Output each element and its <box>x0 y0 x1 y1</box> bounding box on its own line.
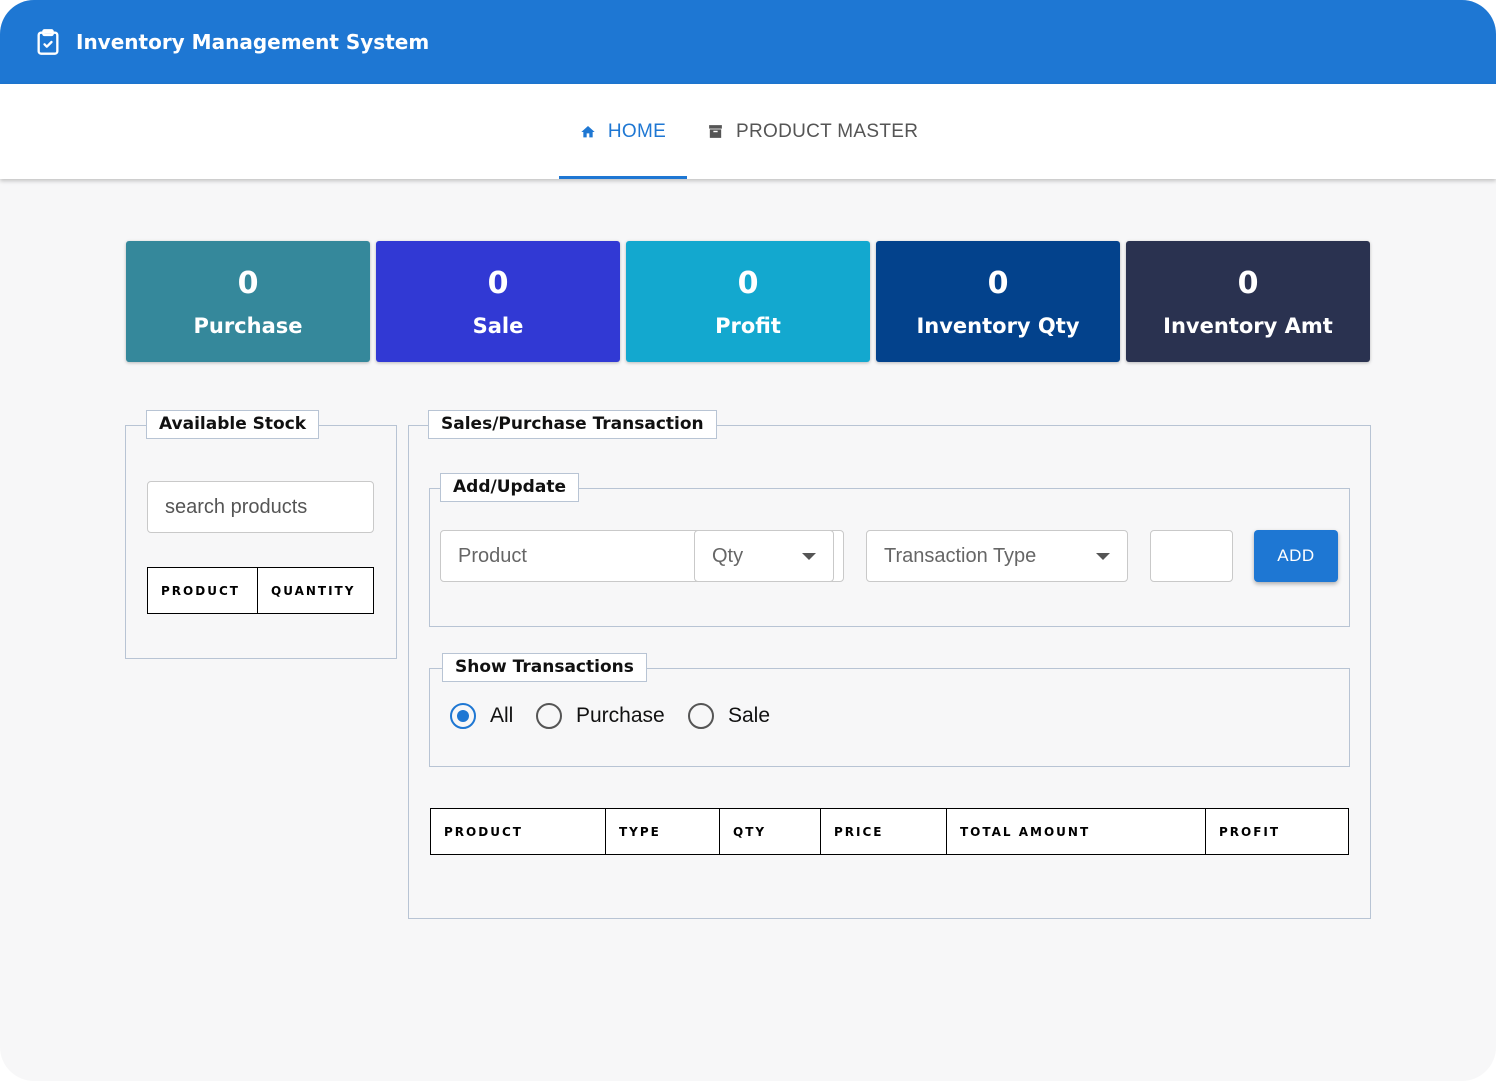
chevron-down-icon <box>1096 553 1110 560</box>
add-update-legend: Add/Update <box>440 473 579 502</box>
app-window: Inventory Management System HOME PRODUCT… <box>0 0 1496 1081</box>
tx-col-total-amount: TOTAL AMOUNT <box>946 808 1206 855</box>
qty-select[interactable]: Qty <box>694 530 834 582</box>
radio-all-circle <box>450 703 476 729</box>
show-transactions-legend: Show Transactions <box>442 653 647 682</box>
tx-col-product: PRODUCT <box>430 808 606 855</box>
profit-label: Profit <box>715 314 781 338</box>
profit-card: 0 Profit <box>626 241 870 362</box>
radio-all[interactable]: All <box>450 703 513 729</box>
archive-icon <box>709 125 722 138</box>
clipboard-check-icon <box>37 29 59 55</box>
app-bar: Inventory Management System <box>0 0 1496 84</box>
inventory-amt-label: Inventory Amt <box>1163 314 1333 338</box>
app-title: Inventory Management System <box>76 30 430 54</box>
available-stock-legend: Available Stock <box>146 410 320 439</box>
purchase-card: 0 Purchase <box>126 241 370 362</box>
home-icon <box>581 125 595 137</box>
product-field-placeholder: Product <box>458 544 527 567</box>
radio-purchase[interactable]: Purchase <box>536 703 665 729</box>
radio-purchase-label: Purchase <box>576 704 665 727</box>
price-field[interactable] <box>1150 530 1233 582</box>
radio-sale-label: Sale <box>728 704 771 727</box>
transaction-type-label: Transaction Type <box>884 544 1037 567</box>
qty-select-label: Qty <box>712 544 744 567</box>
radio-purchase-circle <box>536 703 562 729</box>
available-stock-panel <box>125 425 397 659</box>
transaction-type-select[interactable]: Transaction Type <box>866 530 1128 582</box>
tab-home-label: HOME <box>607 120 667 142</box>
radio-all-label: All <box>490 704 514 727</box>
inventory-qty-label: Inventory Qty <box>916 314 1080 338</box>
tab-product-master-label: PRODUCT MASTER <box>736 120 919 142</box>
active-tab-indicator <box>559 176 687 179</box>
radio-sale-circle <box>688 703 714 729</box>
inventory-qty-card: 0 Inventory Qty <box>876 241 1120 362</box>
add-button[interactable]: ADD <box>1254 530 1338 582</box>
sale-label: Sale <box>472 314 524 338</box>
stock-col-product: PRODUCT <box>147 567 258 614</box>
purchase-count: 0 <box>237 266 259 301</box>
tx-col-qty: QTY <box>719 808 821 855</box>
radio-sale[interactable]: Sale <box>688 703 770 729</box>
inventory-amt-count: 0 <box>1237 266 1259 301</box>
search-products-input[interactable] <box>147 481 374 533</box>
tab-product-master[interactable]: PRODUCT MASTER <box>707 84 927 179</box>
nav-bar: HOME PRODUCT MASTER <box>0 84 1496 179</box>
transactions-table: PRODUCT TYPE QTY PRICE TOTAL AMOUNT PROF… <box>430 808 1349 855</box>
inventory-amt-card: 0 Inventory Amt <box>1126 241 1370 362</box>
tab-home[interactable]: HOME <box>559 84 687 179</box>
tx-col-type: TYPE <box>605 808 720 855</box>
stock-col-quantity: QUANTITY <box>257 567 374 614</box>
sale-card: 0 Sale <box>376 241 620 362</box>
chevron-down-icon <box>802 553 816 560</box>
profit-count: 0 <box>737 266 759 301</box>
tx-col-profit: PROFIT <box>1205 808 1349 855</box>
sale-count: 0 <box>487 266 509 301</box>
transaction-legend: Sales/Purchase Transaction <box>428 410 717 439</box>
stock-table: PRODUCT QUANTITY <box>147 567 374 614</box>
purchase-label: Purchase <box>193 314 303 338</box>
tx-col-price: PRICE <box>820 808 947 855</box>
inventory-qty-count: 0 <box>987 266 1009 301</box>
